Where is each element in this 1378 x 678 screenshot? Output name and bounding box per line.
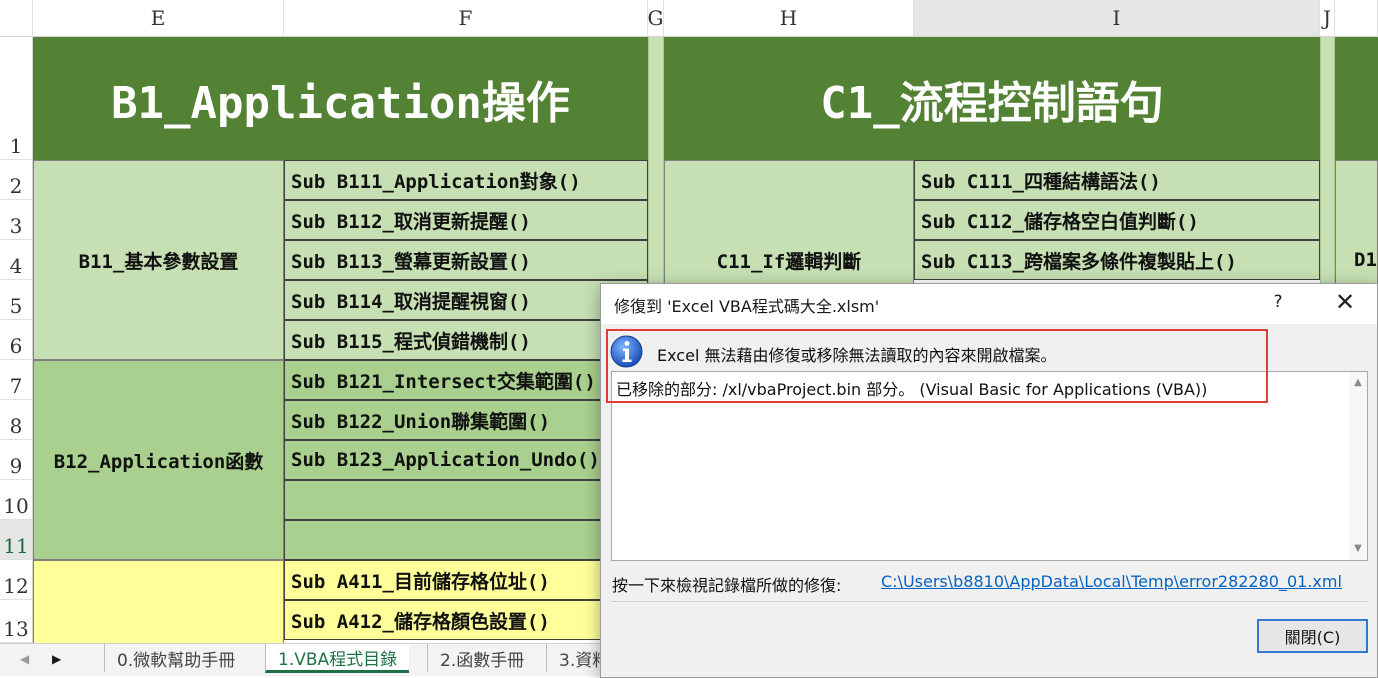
sub-a412-cell[interactable]: Sub A412_儲存格顏色設置(): [284, 600, 648, 640]
column-header-e[interactable]: E: [33, 0, 284, 37]
log-file-link[interactable]: C:\Users\b8810\AppData\Local\Temp\error2…: [881, 572, 1342, 591]
close-icon[interactable]: ✕: [1331, 288, 1359, 316]
row-header-6[interactable]: 6: [0, 320, 33, 360]
sub-c111-cell[interactable]: Sub C111_四種結構語法(): [914, 160, 1320, 200]
group-a41-cell[interactable]: [33, 560, 284, 643]
row-header-9[interactable]: 9: [0, 440, 33, 480]
repair-dialog: 修復到 'Excel VBA程式碼大全.xlsm' ? ✕ Excel 無法藉由…: [600, 283, 1378, 678]
banner-next[interactable]: [1335, 37, 1378, 160]
group-b12-cell[interactable]: B12_Application函數: [33, 360, 284, 560]
banner-c1[interactable]: C1_流程控制語句: [664, 37, 1320, 160]
row-header-2[interactable]: 2: [0, 160, 33, 200]
banner-b1[interactable]: B1_Application操作: [33, 37, 648, 160]
row-header-11[interactable]: 11: [0, 520, 33, 560]
dialog-title: 修復到 'Excel VBA程式碼大全.xlsm': [614, 297, 880, 316]
row-header-5[interactable]: 5: [0, 280, 33, 320]
sub-b114-cell[interactable]: Sub B114_取消提醒視窗(): [284, 280, 648, 320]
column-header-i[interactable]: I: [914, 0, 1320, 37]
highlight-box: [606, 329, 1268, 403]
empty-sub-cell[interactable]: [284, 480, 648, 520]
tab-help-manual[interactable]: 0.微軟幫助手冊: [104, 644, 247, 672]
sub-b112-cell[interactable]: Sub B112_取消更新提醒(): [284, 200, 648, 240]
dialog-titlebar[interactable]: 修復到 'Excel VBA程式碼大全.xlsm' ? ✕: [601, 284, 1377, 324]
tab-vba-directory[interactable]: 1.VBA程式目錄: [265, 644, 410, 673]
sub-b113-cell[interactable]: Sub B113_螢幕更新設置(): [284, 240, 648, 280]
tab-function-manual[interactable]: 2.函數手冊: [427, 644, 536, 672]
column-header-h[interactable]: H: [664, 0, 914, 37]
row-header-10[interactable]: 10: [0, 480, 33, 520]
column-header-j[interactable]: J: [1320, 0, 1335, 37]
sub-a411-cell[interactable]: Sub A411_目前儲存格位址(): [284, 560, 648, 600]
row-header-3[interactable]: 3: [0, 200, 33, 240]
dialog-divider: [611, 601, 1368, 602]
row-header-7[interactable]: 7: [0, 360, 33, 400]
row-header-8[interactable]: 8: [0, 400, 33, 440]
help-button[interactable]: ?: [1268, 292, 1288, 312]
sub-b123-cell[interactable]: Sub B123_Application_Undo(): [284, 440, 648, 480]
empty-sub-cell[interactable]: [284, 520, 648, 560]
group-b11-cell[interactable]: B11_基本參數設置: [33, 160, 284, 360]
sub-c112-cell[interactable]: Sub C112_儲存格空白值判斷(): [914, 200, 1320, 240]
scroll-down-icon[interactable]: ▼: [1349, 540, 1367, 558]
log-file-label: 按一下來檢視記錄檔所做的修復:: [612, 576, 842, 595]
group-d1-partial-label: D1: [1354, 249, 1377, 271]
tab-scroll-left-icon[interactable]: ◀: [20, 652, 29, 666]
column-header-f[interactable]: F: [284, 0, 648, 37]
sub-c113-cell[interactable]: Sub C113_跨檔案多條件複製貼上(): [914, 240, 1320, 280]
column-header-g[interactable]: G: [648, 0, 664, 37]
close-dialog-button[interactable]: 關閉(C): [1257, 619, 1368, 653]
sub-b115-cell[interactable]: Sub B115_程式偵錯機制(): [284, 320, 648, 360]
row-header-12[interactable]: 12: [0, 560, 33, 600]
sub-b111-cell[interactable]: Sub B111_Application對象(): [284, 160, 648, 200]
scroll-up-icon[interactable]: ▲: [1349, 374, 1367, 392]
column-header-k[interactable]: [1335, 0, 1378, 37]
row-header-13[interactable]: 13: [0, 600, 33, 643]
tab-scroll-right-icon[interactable]: ▶: [52, 652, 61, 666]
sub-b122-cell[interactable]: Sub B122_Union聯集範圍(): [284, 400, 648, 440]
corner-cell[interactable]: [0, 0, 33, 37]
row-header-1[interactable]: 1: [0, 37, 33, 160]
details-scrollbar[interactable]: ▲ ▼: [1349, 372, 1367, 560]
row-header-4[interactable]: 4: [0, 240, 33, 280]
sub-b121-cell[interactable]: Sub B121_Intersect交集範圍(): [284, 360, 648, 400]
